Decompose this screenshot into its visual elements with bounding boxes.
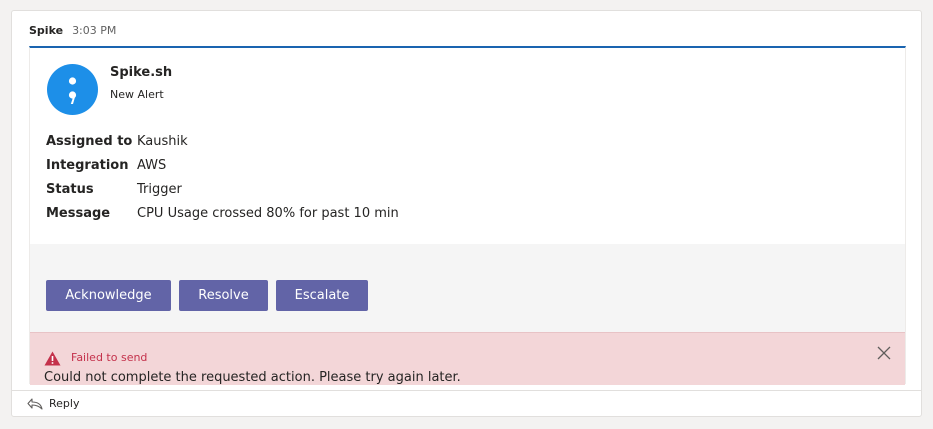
- error-title: Failed to send: [71, 351, 148, 364]
- message-header: Spike 3:03 PM: [29, 24, 116, 40]
- fact-row-message: Message CPU Usage crossed 80% for past 1…: [46, 201, 399, 225]
- app-name: Spike.sh: [110, 65, 173, 80]
- error-message: Could not complete the requested action.…: [44, 370, 461, 385]
- fact-value: AWS: [137, 157, 167, 173]
- fact-key: Integration: [46, 157, 129, 173]
- action-set: Acknowledge Resolve Escalate: [30, 244, 905, 332]
- message-timestamp: 3:03 PM: [72, 24, 117, 37]
- card-subtitle: New Alert: [110, 88, 164, 101]
- error-banner: Failed to send Could not complete the re…: [30, 332, 905, 385]
- fact-key: Message: [46, 205, 111, 221]
- semicolon-logo-icon: [68, 77, 77, 104]
- fact-key: Status: [46, 181, 94, 197]
- escalate-button[interactable]: Escalate: [276, 280, 368, 311]
- fact-value: CPU Usage crossed 80% for past 10 min: [137, 205, 399, 221]
- chat-message: Spike 3:03 PM Spike.sh New Alert Assigne…: [11, 10, 922, 417]
- fact-row-assigned: Assigned to Kaushik: [46, 129, 399, 153]
- sender-name[interactable]: Spike: [29, 24, 63, 37]
- fact-row-integration: Integration AWS: [46, 153, 399, 177]
- warning-triangle-icon: [44, 351, 61, 366]
- fact-value: Trigger: [137, 181, 182, 197]
- fact-set: Assigned to Kaushik Integration AWS Stat…: [46, 129, 399, 225]
- app-avatar: [47, 64, 98, 115]
- fact-row-status: Status Trigger: [46, 177, 399, 201]
- reply-bar[interactable]: Reply: [12, 390, 921, 416]
- reply-arrow-icon: [27, 398, 43, 410]
- acknowledge-button[interactable]: Acknowledge: [46, 280, 171, 311]
- card-body: Spike.sh New Alert Assigned to Kaushik I…: [30, 48, 905, 244]
- fact-value: Kaushik: [137, 133, 188, 149]
- adaptive-card: Spike.sh New Alert Assigned to Kaushik I…: [29, 46, 906, 385]
- reply-label[interactable]: Reply: [49, 397, 79, 410]
- close-icon[interactable]: [877, 346, 891, 360]
- resolve-button[interactable]: Resolve: [179, 280, 268, 311]
- fact-key: Assigned to: [46, 133, 133, 149]
